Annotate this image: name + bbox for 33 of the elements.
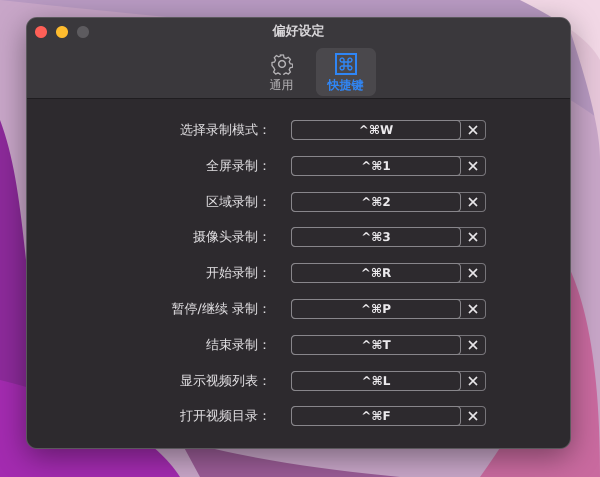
toolbar-tab[interactable]: 通用	[252, 48, 312, 96]
shortcut-field[interactable]: ^⌘F	[291, 406, 461, 426]
close-icon	[468, 232, 478, 242]
shortcut-label: 开始录制：	[205, 265, 271, 282]
shortcut-label: 区域录制：	[205, 194, 271, 211]
close-icon	[468, 340, 478, 350]
shortcut-field[interactable]: ^⌘W	[291, 120, 461, 140]
shortcut-field[interactable]: ^⌘3	[291, 227, 461, 248]
close-button[interactable]	[35, 26, 47, 38]
shortcut-field[interactable]: ^⌘R	[291, 263, 461, 284]
close-icon	[468, 268, 478, 278]
shortcut-label: 显示视频列表：	[179, 372, 271, 390]
shortcut-field[interactable]: ^⌘P	[291, 298, 461, 319]
shortcut-label: 结束录制：	[205, 336, 271, 354]
window-title: 偏好设定	[272, 24, 324, 40]
command-key-icon	[334, 53, 356, 75]
shortcut-label: 摄像头录制：	[192, 229, 271, 246]
shortcut-field[interactable]: ^⌘2	[291, 192, 461, 212]
minimize-button[interactable]	[56, 26, 68, 38]
close-icon	[468, 125, 478, 135]
close-icon	[468, 411, 478, 422]
close-icon	[468, 196, 478, 207]
shortcut-label: 全屏录制：	[205, 158, 271, 175]
shortcut-field[interactable]: ^⌘L	[291, 370, 461, 391]
close-icon	[468, 376, 478, 386]
shortcut-label: 选择录制模式：	[179, 122, 271, 139]
close-icon	[468, 304, 478, 314]
close-icon	[468, 160, 478, 171]
settings-icon	[270, 53, 292, 75]
shortcut-field[interactable]: ^⌘1	[291, 156, 461, 176]
shortcut-label: 暂停/继续 录制：	[170, 300, 271, 318]
shortcut-label: 打开视频目录：	[179, 408, 271, 426]
shortcut-field[interactable]: ^⌘T	[291, 334, 461, 355]
